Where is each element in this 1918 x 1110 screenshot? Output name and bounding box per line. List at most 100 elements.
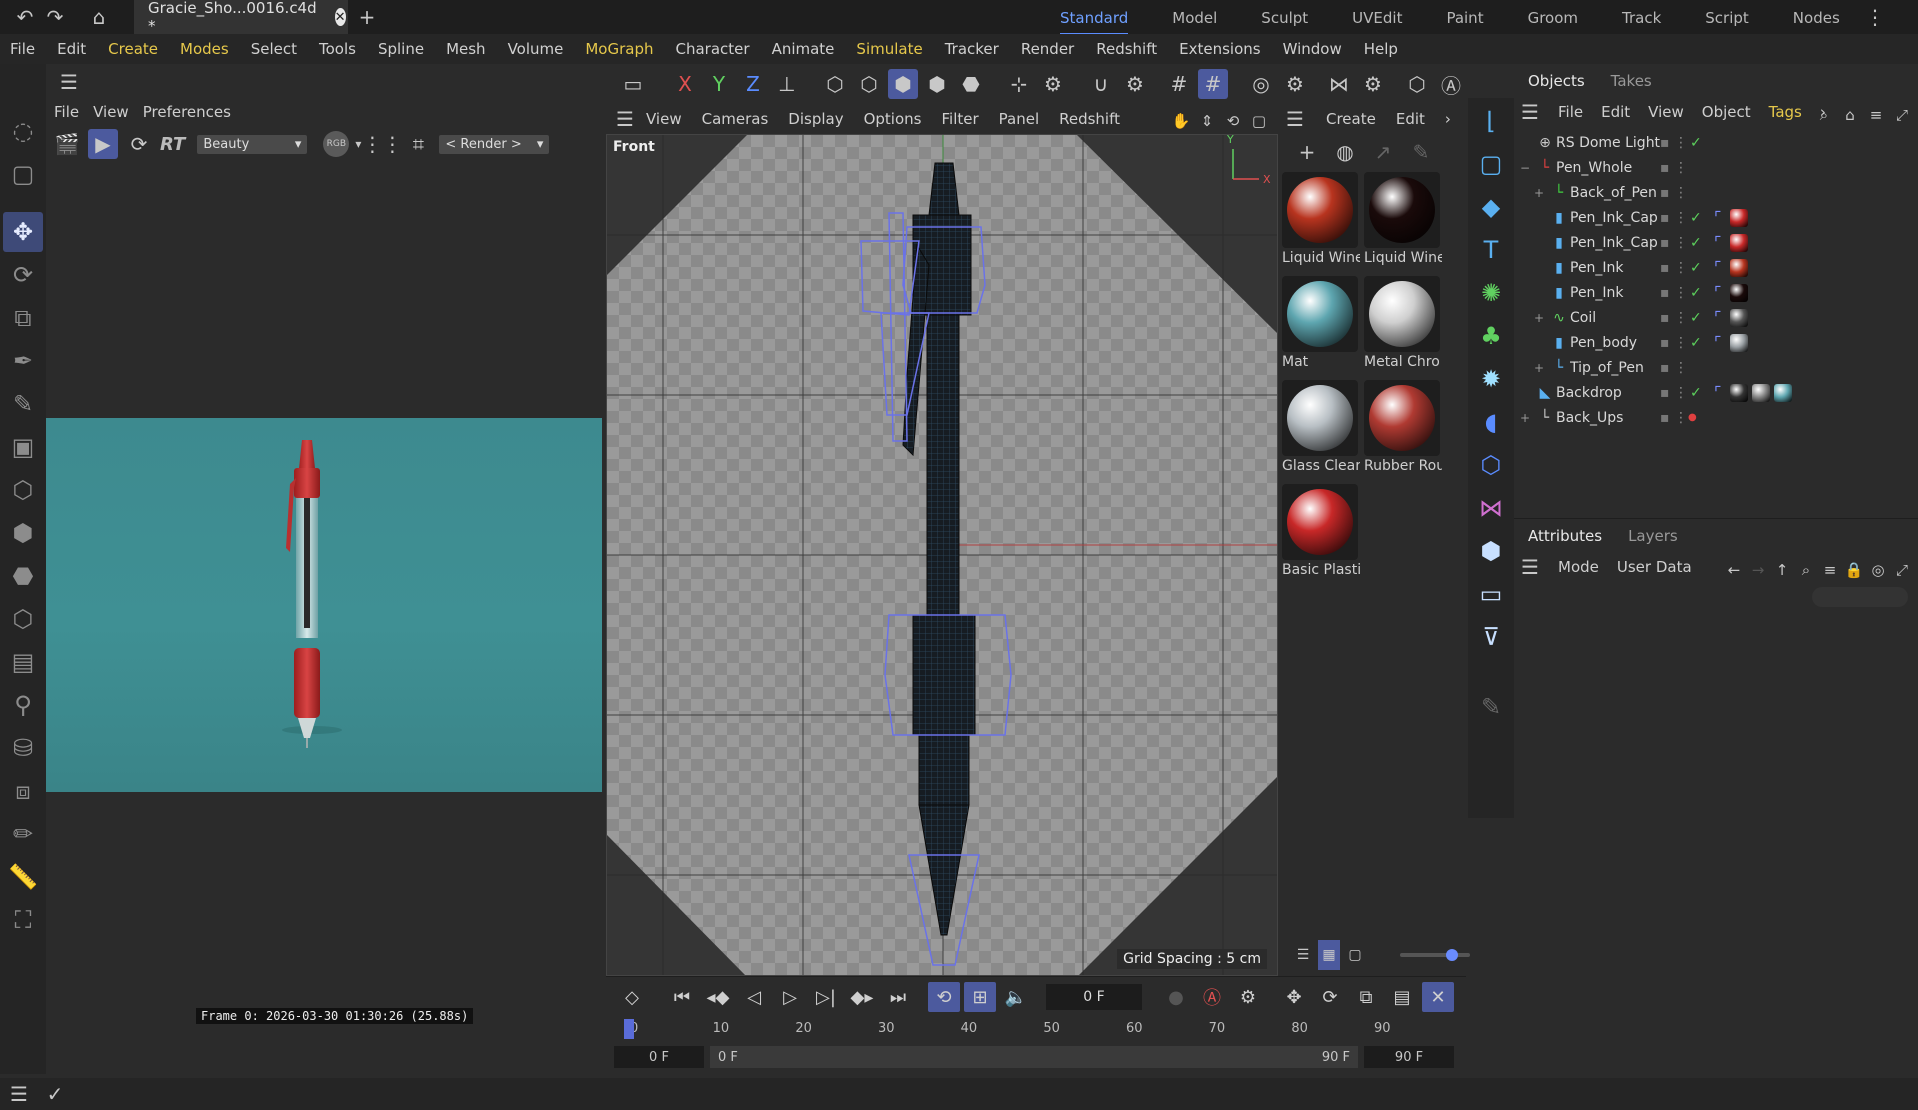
box-icon[interactable]: ⧈ [3,771,43,811]
material-swatch[interactable]: Liquid Wine [1282,172,1360,266]
menu-render[interactable]: Render [1021,40,1074,58]
light-icon[interactable]: ⊽ [1471,617,1511,657]
enabled-check-icon[interactable]: ✓ [1690,260,1702,276]
menu-edit[interactable]: Edit [57,40,86,58]
menu-simulate[interactable]: Simulate [856,40,922,58]
magnet-icon[interactable]: ∪ [1086,69,1116,99]
record-icon[interactable]: ● [1160,982,1192,1012]
visibility-toggle-icon[interactable]: ⋮ [1674,335,1688,351]
object-name[interactable]: Pen_body [1570,335,1690,351]
points-mode-icon[interactable]: ⬡ [820,69,850,99]
y-axis-lock-button[interactable]: Y [704,69,734,99]
key-scale-icon[interactable]: ⧉ [1350,982,1382,1012]
maximize-icon[interactable]: ⤢ [1890,555,1914,585]
rgb-badge[interactable]: RGB [323,131,350,157]
visibility-toggle-icon[interactable]: ⋮ [1674,235,1688,251]
selection-tool-icon[interactable]: ◌ [3,111,43,151]
menu-animate[interactable]: Animate [772,40,835,58]
orbit-icon[interactable]: ⟲ [1222,106,1244,136]
hamburger-icon[interactable]: ☰ [614,104,636,134]
pen-tool-icon[interactable]: ✒ [3,341,43,381]
maximize-icon[interactable]: ⤢ [1890,100,1914,130]
phong-tag-icon[interactable]: ⌜ [1714,333,1722,352]
tab-attributes[interactable]: Attributes [1528,527,1602,545]
filter-icon[interactable]: ≡ [1864,100,1888,130]
object-name[interactable]: Backdrop [1556,385,1676,401]
layer-toggle-icon[interactable]: ▪ [1660,310,1670,326]
layout-tab-nodes[interactable]: Nodes [1793,9,1840,27]
phong-tag-icon[interactable]: ⌜ [1714,208,1722,227]
move-tool-icon[interactable]: ✥ [3,212,43,252]
object-menu-tags[interactable]: Tags [1769,103,1802,121]
timeline-ruler[interactable]: 0 10 20 30 40 50 60 70 80 90 [624,1017,1456,1045]
visibility-toggle-icon[interactable]: ⋮ [1674,260,1688,276]
gear-icon[interactable]: ⚙ [1280,69,1310,99]
x-axis-lock-button[interactable]: X [670,69,700,99]
material-swatch[interactable]: Rubber Rou [1364,380,1442,474]
gear-icon[interactable]: ⚙ [1120,69,1150,99]
visibility-toggle-icon[interactable]: ⋮ [1674,160,1688,176]
layer-toggle-icon[interactable]: ▪ [1660,160,1670,176]
hamburger-icon[interactable]: ☰ [1284,104,1306,134]
text-icon[interactable]: T [1471,230,1511,270]
material-swatch[interactable]: Liquid Wine [1364,172,1442,266]
environment-icon[interactable]: ⬢ [1471,531,1511,571]
home-icon[interactable]: ⌂ [1838,100,1862,130]
gear-icon[interactable]: ⚙ [1358,69,1388,99]
target-icon[interactable]: ◎ [1866,555,1890,585]
material-menu-create[interactable]: Create [1326,110,1376,128]
lock-icon[interactable]: 🔒 [1842,555,1866,585]
redshift-icon[interactable]: ⬡ [1402,69,1432,99]
refresh-icon[interactable]: ⟳ [124,129,154,159]
viewport-canvas[interactable]: Front Y X Grid Spacing : 5 cm [606,134,1278,976]
polygons-mode-icon[interactable]: ⬢ [888,69,918,99]
search-icon[interactable]: ⌕ [1794,555,1818,585]
object-menu-edit[interactable]: Edit [1601,103,1630,121]
brush-icon[interactable]: ✏ [3,814,43,854]
goto-start-icon[interactable]: ⏮ [666,982,698,1012]
disabled-dot-icon[interactable]: ● [1688,412,1697,423]
enabled-check-icon[interactable]: ✓ [1690,135,1702,151]
material-swatch[interactable]: Mat [1282,276,1360,370]
render-start-button[interactable]: ▶ [88,129,118,159]
menu-create[interactable]: Create [108,40,158,58]
menu-modes[interactable]: Modes [180,40,229,58]
object-row[interactable]: + └ Tip_of_Pen ⋮ ▪ [1514,355,1918,380]
material-tag[interactable] [1729,258,1748,277]
layer-toggle-icon[interactable]: ▪ [1660,360,1670,376]
enabled-check-icon[interactable]: ✓ [1690,210,1702,226]
visibility-toggle-icon[interactable]: ⋮ [1674,385,1688,401]
snap-grid-icon[interactable]: # [1164,69,1194,99]
object-row[interactable]: ◣ Backdrop ⋮ ▪ ✓ ⌜ [1514,380,1918,405]
object-name[interactable]: Pen_Ink [1570,285,1690,301]
attribute-menu-user-data[interactable]: User Data [1617,558,1692,576]
autokey-a-icon[interactable]: Ⓐ [1196,982,1228,1012]
attribute-menu-mode[interactable]: Mode [1558,558,1599,576]
menu-window[interactable]: Window [1283,40,1342,58]
back-icon[interactable]: ← [1722,555,1746,585]
material-tag[interactable] [1773,383,1792,402]
object-name[interactable]: RS Dome Light [1556,135,1676,151]
viewport-menu-cameras[interactable]: Cameras [702,110,769,128]
aov-select[interactable]: Beauty ▾ [197,134,308,154]
material-tag[interactable] [1729,283,1748,302]
material-tag[interactable] [1729,208,1748,227]
visibility-toggle-icon[interactable]: ⋮ [1674,285,1688,301]
sketch-tool-icon[interactable]: ✎ [3,384,43,424]
layout-tab-script[interactable]: Script [1705,9,1749,27]
rotate-tool-icon[interactable]: ⟳ [3,255,43,295]
object-row[interactable]: ▮ Pen_Ink ⋮ ▪ ✓ ⌜ [1514,255,1918,280]
gear-icon[interactable]: ⚙ [1232,982,1264,1012]
material-swatch[interactable]: Basic Plastic [1282,484,1360,578]
phong-tag-icon[interactable]: ⌜ [1714,283,1722,302]
key-pos-icon[interactable]: ✥ [1278,982,1310,1012]
camera-icon[interactable]: ▭ [1471,574,1511,614]
expand-toggle-icon[interactable]: + [1534,361,1548,375]
live-select-icon[interactable]: ▢ [3,154,43,194]
home-icon[interactable]: ⌂ [84,2,114,32]
redo-icon[interactable]: ↷ [40,2,70,32]
snap-icon[interactable]: ⛶ [3,900,43,940]
frame-range-slider[interactable]: 0 F 90 F [710,1046,1358,1068]
visibility-toggle-icon[interactable]: ⋮ [1674,410,1688,426]
render-view-menu-file[interactable]: File [54,103,79,121]
